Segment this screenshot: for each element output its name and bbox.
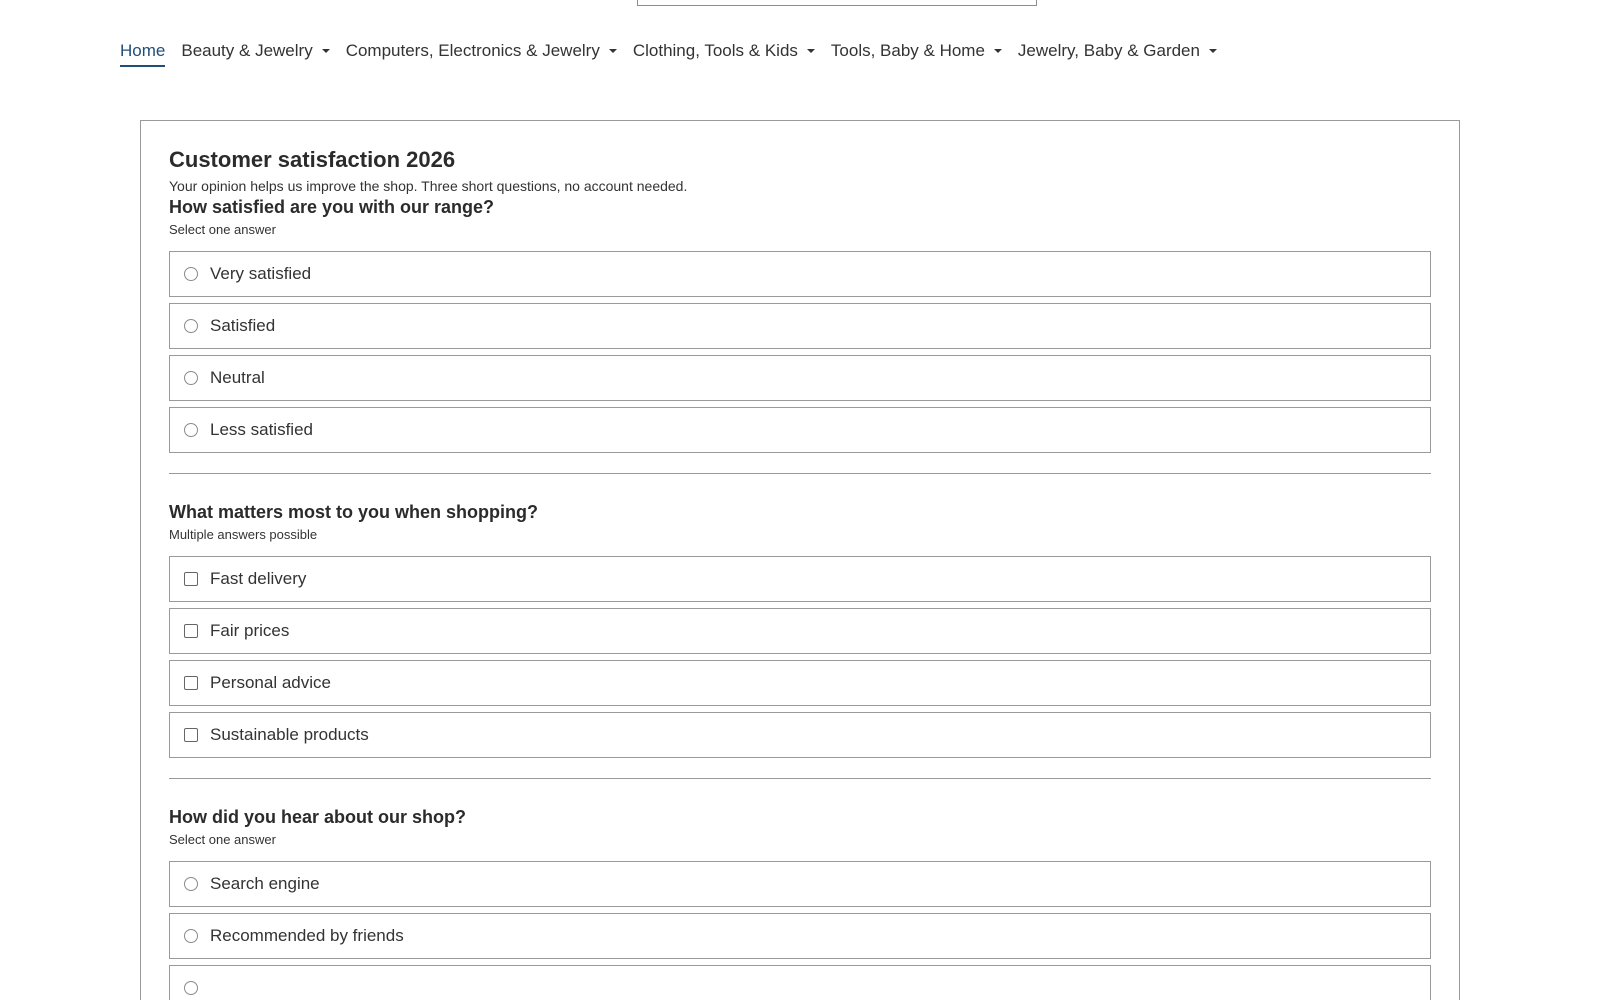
nav-item-label: Jewelry, Baby & Garden <box>1017 41 1200 60</box>
survey-title: Customer satisfaction 2026 <box>169 147 456 172</box>
option-search-engine[interactable]: Search engine <box>169 861 1431 907</box>
radio-button[interactable] <box>184 319 198 333</box>
option-fast-delivery[interactable]: Fast delivery <box>169 556 1431 602</box>
nav-item-home[interactable]: Home <box>120 38 166 67</box>
option-personal-advice[interactable]: Personal advice <box>169 660 1431 706</box>
divider <box>169 778 1431 779</box>
nav-item-jewelry-baby-garden[interactable]: Jewelry, Baby & Garden <box>1018 38 1217 64</box>
radio-button[interactable] <box>184 423 198 437</box>
option-label: Neutral <box>210 368 265 387</box>
nav-item-beauty-jewelry[interactable]: Beauty & Jewelry <box>181 38 330 64</box>
nav-item-label: Clothing, Tools & Kids <box>632 41 798 60</box>
nav-item-tools-baby-home[interactable]: Tools, Baby & Home <box>831 38 1002 64</box>
question-hint: Multiple answers possible <box>169 527 318 542</box>
nav-item-label: Tools, Baby & Home <box>830 41 985 60</box>
option-fair-prices[interactable]: Fair prices <box>169 608 1431 654</box>
caret-down-icon <box>806 49 815 53</box>
checkbox[interactable] <box>184 572 198 586</box>
survey-intro: Your opinion helps us improve the shop. … <box>169 178 688 194</box>
nav-item-label: Beauty & Jewelry <box>181 41 313 60</box>
option-label: Recommended by friends <box>210 926 404 945</box>
option-label: Personal advice <box>210 673 331 692</box>
checkbox[interactable] <box>184 624 198 638</box>
option-label: Less satisfied <box>210 420 313 439</box>
option-neutral[interactable]: Neutral <box>169 355 1431 401</box>
option-very-satisfied[interactable]: Very satisfied <box>169 251 1431 297</box>
question-text: How did you hear about our shop? <box>169 807 466 827</box>
nav-item-label: Computers, Electronics & Jewelry <box>345 41 600 60</box>
radio-button[interactable] <box>184 929 198 943</box>
option-label: Satisfied <box>210 316 276 335</box>
caret-down-icon <box>993 49 1002 53</box>
checkbox[interactable] <box>184 728 198 742</box>
question-text: What matters most to you when shopping? <box>169 502 538 522</box>
question-satisfaction: How satisfied are you with our range? Se… <box>169 195 1431 453</box>
option-partially-visible[interactable] <box>169 965 1431 1000</box>
option-label: Fast delivery <box>210 569 307 588</box>
caret-down-icon <box>608 49 617 53</box>
option-recommended-by-friends[interactable]: Recommended by friends <box>169 913 1431 959</box>
option-label: Sustainable products <box>210 725 369 744</box>
checkbox[interactable] <box>184 676 198 690</box>
option-sustainable-products[interactable]: Sustainable products <box>169 712 1431 758</box>
radio-button[interactable] <box>184 267 198 281</box>
option-label: Very satisfied <box>210 264 312 283</box>
survey-card: Customer satisfaction 2026 Your opinion … <box>140 120 1460 1000</box>
nav-item-label: Home <box>120 41 166 60</box>
search-input[interactable] <box>637 0 1037 6</box>
option-label: Fair prices <box>210 621 290 640</box>
main-nav: Home Beauty & Jewelry Computers, Electro… <box>120 38 1233 68</box>
question-referral-source: How did you hear about our shop? Select … <box>169 805 1431 1000</box>
radio-button[interactable] <box>184 877 198 891</box>
question-hint: Select one answer <box>169 222 276 237</box>
divider <box>169 473 1431 474</box>
option-label: Search engine <box>210 874 320 893</box>
caret-down-icon <box>321 49 330 53</box>
radio-button[interactable] <box>184 371 198 385</box>
caret-down-icon <box>1208 49 1217 53</box>
page: Home Beauty & Jewelry Computers, Electro… <box>0 0 1600 1000</box>
radio-button[interactable] <box>184 981 198 995</box>
option-less-satisfied[interactable]: Less satisfied <box>169 407 1431 453</box>
question-shopping-priorities: What matters most to you when shopping? … <box>169 500 1431 758</box>
nav-item-computers-electronics-jewelry[interactable]: Computers, Electronics & Jewelry <box>346 38 617 64</box>
question-text: How satisfied are you with our range? <box>169 197 495 217</box>
nav-item-clothing-tools-kids[interactable]: Clothing, Tools & Kids <box>633 38 815 64</box>
option-satisfied[interactable]: Satisfied <box>169 303 1431 349</box>
question-hint: Select one answer <box>169 832 276 847</box>
